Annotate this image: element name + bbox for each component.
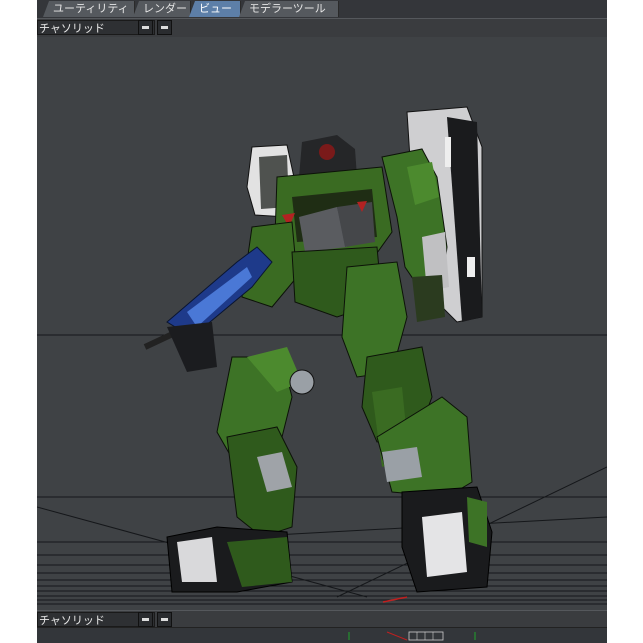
tab-bar: ユーティリティ レンダー ビュー モデラーツール (37, 0, 607, 19)
tab-utility[interactable]: ユーティリティ (43, 1, 135, 17)
tab-modeler-tools[interactable]: モデラーツール (239, 1, 339, 17)
minimize-icon[interactable] (138, 20, 153, 35)
minimize-icon[interactable] (138, 612, 153, 627)
maximize-icon[interactable] (157, 612, 172, 627)
mecha-render (37, 106, 607, 605)
tab-render[interactable]: レンダー (133, 1, 191, 17)
mini-grid (348, 631, 476, 641)
maximize-icon[interactable] (157, 20, 172, 35)
3d-viewport[interactable] (37, 37, 607, 610)
viewport-header-top: チャソリッド (37, 18, 607, 38)
tab-view[interactable]: ビュー (189, 1, 241, 17)
modeler-window: ユーティリティ レンダー ビュー モデラーツール チャソリッド チャソリッド (37, 0, 607, 643)
secondary-viewport-strip[interactable] (37, 627, 607, 643)
ground-grid (37, 334, 607, 605)
